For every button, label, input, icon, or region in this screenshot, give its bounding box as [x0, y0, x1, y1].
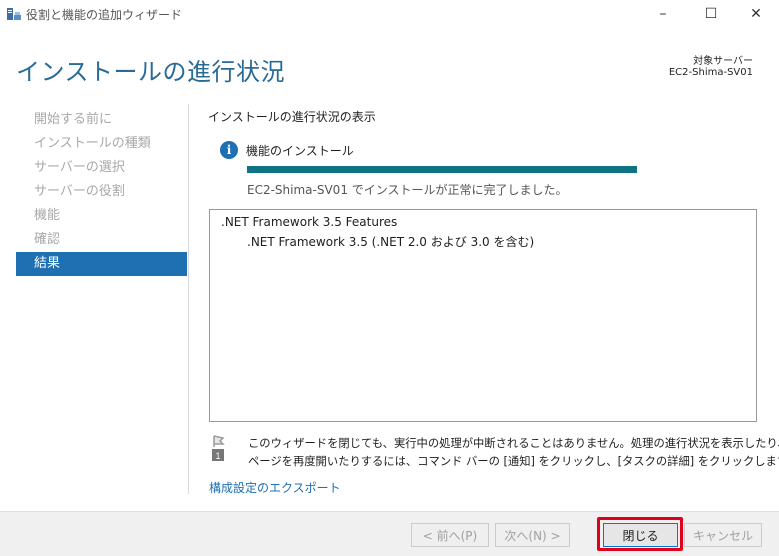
window-title: 役割と機能の追加ウィザード [26, 8, 183, 22]
info-icon: i [220, 141, 238, 159]
results-list[interactable]: .NET Framework 3.5 Features .NET Framewo… [209, 209, 757, 422]
nav-item-server-selection[interactable]: サーバーの選択 [16, 156, 187, 180]
page-title: インストールの進行状況 [16, 58, 286, 86]
result-subitem: .NET Framework 3.5 (.NET 2.0 および 3.0 を含む… [247, 235, 535, 249]
close-note-line-1: このウィザードを閉じても、実行中の処理が中断されることはありません。処理の進行状… [248, 437, 779, 450]
export-config-link[interactable]: 構成設定のエクスポート [209, 479, 341, 496]
minimize-button[interactable]: – [640, 0, 686, 28]
close-window-button[interactable]: ✕ [733, 0, 779, 28]
nav-item-before-you-begin[interactable]: 開始する前に [16, 108, 187, 132]
install-title: 機能のインストール [246, 144, 354, 158]
title-bar: 役割と機能の追加ウィザード – ☐ ✕ [0, 0, 779, 28]
nav-item-server-roles[interactable]: サーバーの役割 [16, 180, 187, 204]
target-server-label: 対象サーバー [693, 56, 753, 67]
page-header: インストールの進行状況 対象サーバー EC2-Shima-SV01 [0, 28, 779, 98]
cancel-button[interactable]: キャンセル [684, 523, 762, 547]
notification-badge: 1 [215, 451, 220, 461]
install-progress-bar [247, 166, 637, 173]
nav-item-installation-type[interactable]: インストールの種類 [16, 132, 187, 156]
maximize-button[interactable]: ☐ [688, 0, 734, 28]
close-note-line-2: ページを再度開いたりするには、コマンド バーの [通知] をクリックし、[タスク… [248, 455, 779, 468]
next-button[interactable]: 次へ(N) > [495, 523, 570, 547]
target-server-name: EC2-Shima-SV01 [668, 67, 753, 78]
close-button-highlight [597, 517, 683, 551]
nav-item-results[interactable]: 結果 [16, 252, 187, 276]
nav-divider [188, 104, 189, 494]
server-manager-icon [7, 8, 21, 20]
install-status: EC2-Shima-SV01 でインストールが正常に完了しました。 [247, 183, 568, 197]
section-label: インストールの進行状況の表示 [208, 110, 376, 124]
wizard-steps-nav: 開始する前に インストールの種類 サーバーの選択 サーバーの役割 機能 確認 結… [16, 108, 187, 276]
nav-item-confirmation[interactable]: 確認 [16, 228, 187, 252]
previous-button[interactable]: < 前へ(P) [411, 523, 489, 547]
nav-item-features[interactable]: 機能 [16, 204, 187, 228]
flag-notification-icon: 1 [212, 435, 225, 461]
main-content: インストールの進行状況の表示 i 機能のインストール EC2-Shima-SV0… [190, 98, 779, 508]
progress-fill [247, 166, 637, 173]
result-item: .NET Framework 3.5 Features [221, 215, 398, 229]
